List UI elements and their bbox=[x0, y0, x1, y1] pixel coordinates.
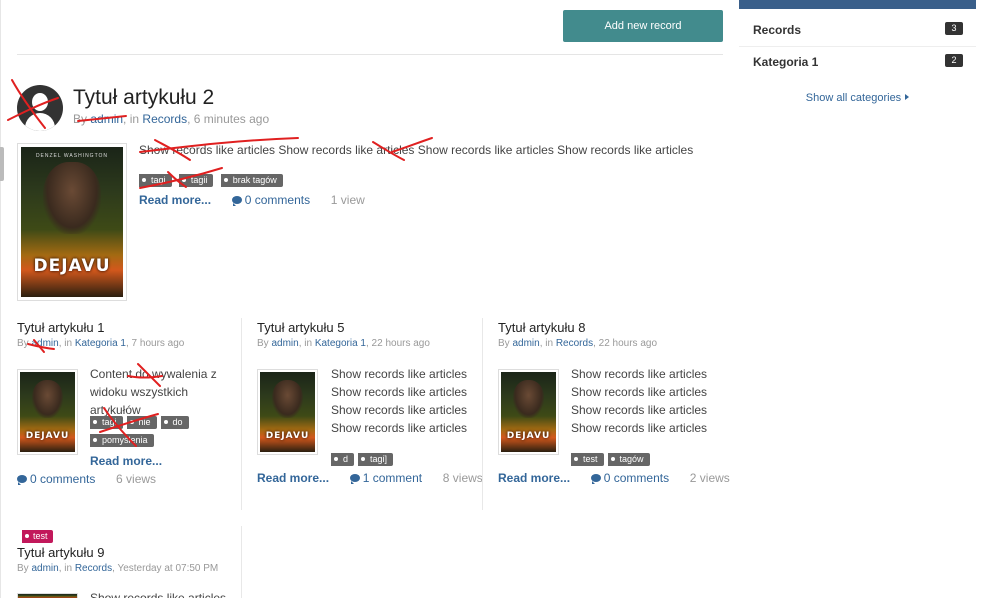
column-divider bbox=[241, 318, 242, 510]
count-badge: 2 bbox=[945, 54, 963, 67]
divider bbox=[739, 46, 976, 47]
featured-record-meta: By admin, in Records, 6 minutes ago bbox=[73, 112, 270, 126]
category-link[interactable]: Kategoria 1 bbox=[75, 338, 126, 349]
sidebar-header bbox=[739, 0, 976, 9]
tag[interactable]: tagi bbox=[90, 416, 123, 429]
tag[interactable]: d bbox=[331, 453, 355, 466]
record-excerpt: Show records like articles Show records … bbox=[139, 143, 694, 157]
divider bbox=[17, 54, 723, 55]
count-badge: 3 bbox=[945, 22, 963, 35]
author-link[interactable]: admin bbox=[512, 338, 539, 349]
caret-right-icon bbox=[905, 94, 910, 100]
read-more-link[interactable]: Read more... bbox=[139, 193, 211, 207]
category-link[interactable]: Records bbox=[142, 112, 187, 126]
column-divider bbox=[241, 526, 242, 598]
view-count: 8 views bbox=[442, 471, 483, 485]
category-link[interactable]: Records bbox=[556, 338, 593, 349]
add-new-record-button[interactable]: Add new record bbox=[563, 10, 723, 42]
view-count: 6 views bbox=[116, 472, 157, 486]
record-meta: By admin, in Kategoria 1, 7 hours ago bbox=[17, 338, 185, 349]
column-divider bbox=[482, 318, 483, 510]
sidebar-item-records[interactable]: Records 3 bbox=[753, 20, 963, 40]
show-all-categories-link[interactable]: Show all categories bbox=[739, 92, 976, 104]
tag[interactable]: tagi bbox=[139, 174, 172, 187]
records-list: Add new record Tytuł artykułu 2 By admin… bbox=[0, 0, 730, 598]
movie-poster-image: DEJAVU bbox=[20, 372, 75, 452]
record-excerpt: Show records like articles Show records … bbox=[571, 367, 708, 435]
record-meta: By admin, in Kategoria 1, 22 hours ago bbox=[257, 338, 430, 349]
category-link[interactable]: Kategoria 1 bbox=[315, 338, 366, 349]
record-actions: Read more... 1 comment 8 views bbox=[257, 471, 483, 485]
read-more-link[interactable]: Read more... bbox=[498, 471, 570, 485]
author-link[interactable]: admin bbox=[271, 338, 298, 349]
record-actions: Read more... 0 comments 1 view bbox=[139, 193, 365, 207]
comments-link[interactable]: 0 comments bbox=[17, 472, 95, 486]
tag-list: test tagów bbox=[571, 453, 654, 467]
read-more-link[interactable]: Read more... bbox=[257, 471, 329, 485]
record-actions: 0 comments 6 views bbox=[17, 472, 156, 486]
record-actions: Read more... 0 comments 2 views bbox=[498, 471, 730, 485]
movie-poster-image: DEJAVU bbox=[501, 372, 556, 452]
category-link[interactable]: Records bbox=[75, 563, 112, 574]
record-title[interactable]: Tytuł artykułu 9 bbox=[17, 545, 104, 560]
comment-icon bbox=[231, 196, 242, 206]
record-title[interactable]: Tytuł artykułu 8 bbox=[498, 320, 585, 335]
comment-icon bbox=[349, 474, 360, 484]
record-excerpt: Content do wywalenia z widoku wszystkich… bbox=[90, 367, 217, 417]
tag[interactable]: tagi] bbox=[358, 453, 394, 466]
read-more-link[interactable]: Read more... bbox=[90, 454, 162, 468]
record-thumbnail[interactable] bbox=[17, 593, 78, 598]
tag-list: tagi nie do pomyślenia bbox=[90, 416, 240, 452]
record-thumbnail[interactable]: DEJAVU bbox=[498, 369, 559, 455]
featured-record-title[interactable]: Tytuł artykułu 2 bbox=[73, 86, 214, 110]
tag[interactable]: pomyślenia bbox=[90, 434, 154, 447]
comments-link[interactable]: 0 comments bbox=[590, 471, 669, 485]
tag[interactable]: test bbox=[571, 453, 604, 466]
record-thumbnail[interactable]: DENZEL WASHINGTON DEJAVU bbox=[17, 143, 127, 301]
tag[interactable]: tagii bbox=[178, 174, 214, 187]
tag-list: tagi tagii brak tagów bbox=[139, 174, 287, 188]
record-title[interactable]: Tytuł artykułu 1 bbox=[17, 320, 104, 335]
record-title[interactable]: Tytuł artykułu 5 bbox=[257, 320, 344, 335]
movie-poster-image: DEJAVU bbox=[260, 372, 315, 452]
author-link[interactable]: admin bbox=[31, 563, 58, 574]
record-thumbnail[interactable]: DEJAVU bbox=[257, 369, 318, 455]
tag[interactable]: tagów bbox=[607, 453, 650, 466]
categories-sidebar: Records 3 Kategoria 1 2 Show all categor… bbox=[739, 0, 976, 598]
author-link[interactable]: admin bbox=[90, 112, 123, 126]
tag-list: d tagi] bbox=[331, 453, 397, 467]
tag[interactable]: do bbox=[160, 416, 189, 429]
author-avatar[interactable] bbox=[17, 85, 63, 131]
tag[interactable]: brak tagów bbox=[220, 174, 283, 187]
comment-icon bbox=[17, 475, 27, 485]
comment-icon bbox=[590, 474, 601, 484]
record-meta: By admin, in Records, 22 hours ago bbox=[498, 338, 658, 349]
record-excerpt: Show records like articles Show records … bbox=[331, 367, 468, 435]
view-count: 1 view bbox=[330, 193, 365, 207]
record-thumbnail[interactable]: DEJAVU bbox=[17, 369, 78, 455]
record-excerpt: Show records like articles bbox=[90, 591, 227, 598]
tag[interactable]: nie bbox=[126, 416, 157, 429]
comments-link[interactable]: 1 comment bbox=[349, 471, 422, 485]
view-count: 2 views bbox=[689, 471, 730, 485]
comments-link[interactable]: 0 comments bbox=[231, 193, 310, 207]
featured-badge[interactable]: test bbox=[22, 530, 53, 543]
author-link[interactable]: admin bbox=[31, 338, 58, 349]
sidebar-item-kategoria-1[interactable]: Kategoria 1 2 bbox=[753, 52, 963, 72]
movie-poster-image: DENZEL WASHINGTON DEJAVU bbox=[21, 147, 123, 297]
record-meta: By admin, in Records, Yesterday at 07:50… bbox=[17, 563, 219, 574]
